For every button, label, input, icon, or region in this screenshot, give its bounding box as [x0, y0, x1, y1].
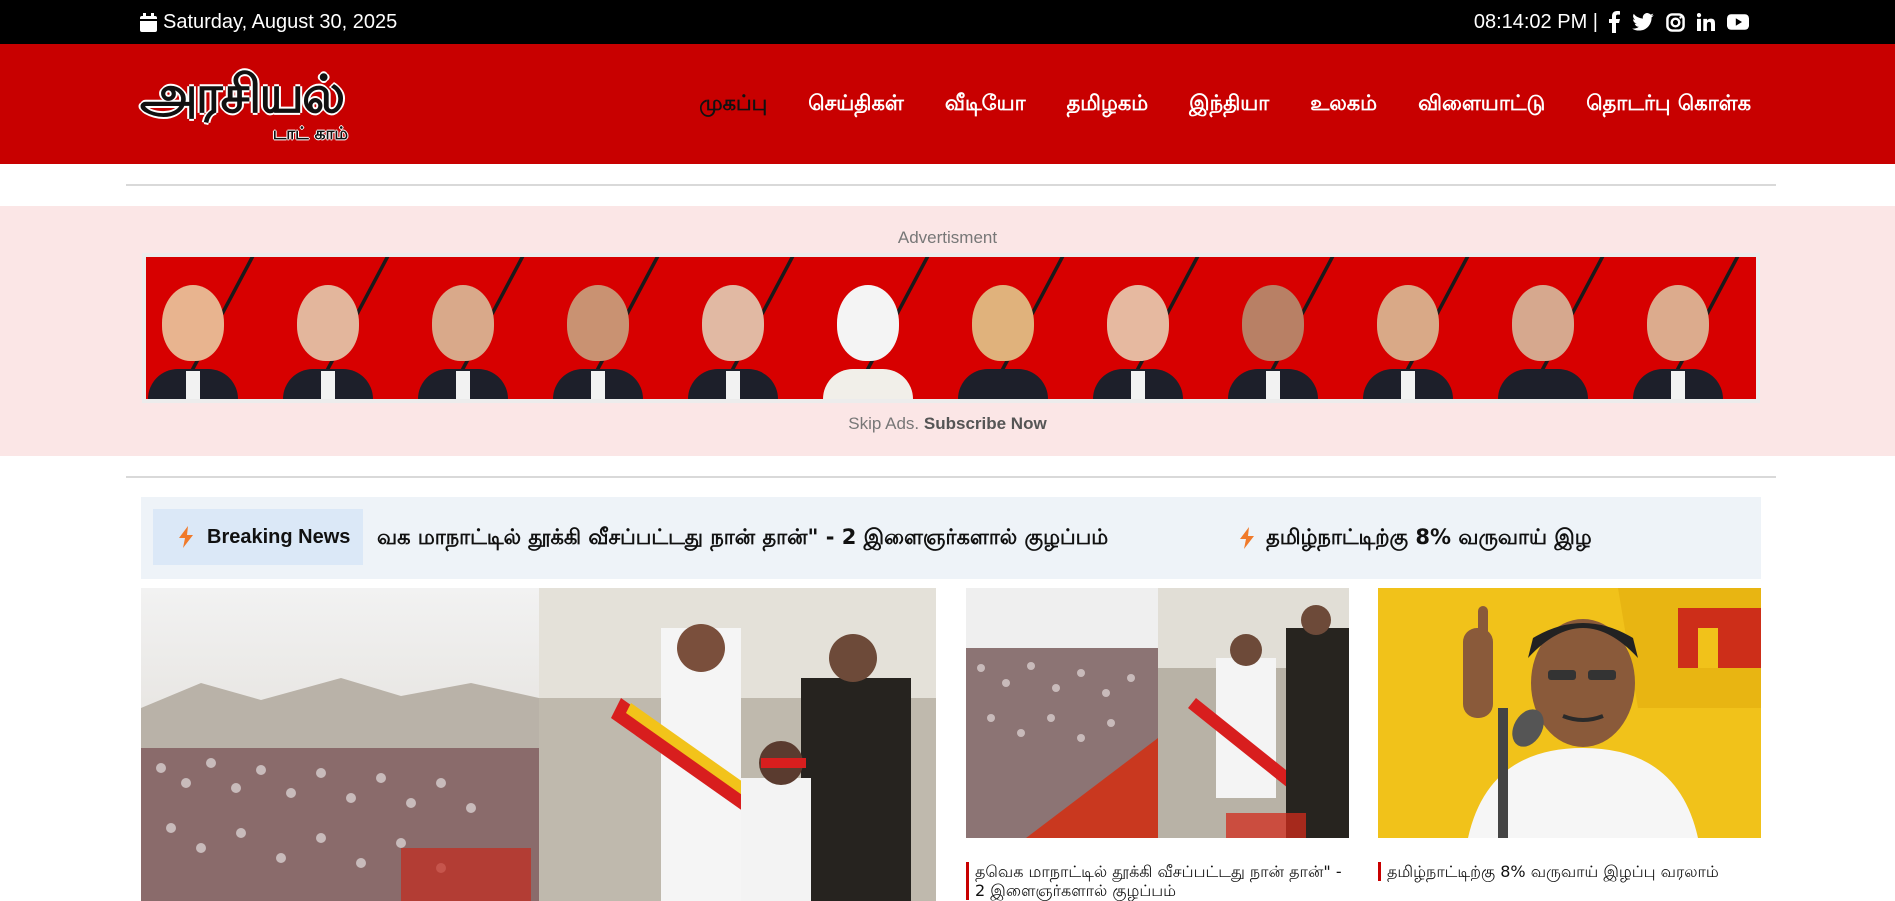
nav-item-india[interactable]: இந்தியா	[1189, 91, 1269, 118]
leader-portrait	[418, 285, 508, 399]
site-header: அரசியல் டாட் காம் முகப்பு செய்திகள் வீடி…	[0, 44, 1895, 164]
news-photo	[966, 588, 1349, 838]
divider	[126, 476, 1776, 478]
news-ticker: வக மாநாட்டில் தூக்கி வீசப்பட்டது நான் தா…	[377, 497, 1592, 579]
linkedin-icon[interactable]	[1697, 13, 1715, 31]
ticker-item[interactable]: வக மாநாட்டில் தூக்கி வீசப்பட்டது நான் தா…	[377, 525, 1108, 552]
ad-label: Advertisment	[897, 228, 998, 247]
calendar-icon	[140, 12, 157, 32]
nav-item-tamilnadu[interactable]: தமிழகம்	[1067, 91, 1149, 118]
nav-item-news[interactable]: செய்திகள்	[808, 91, 904, 118]
bolt-icon	[179, 526, 193, 548]
top-bar: Saturday, August 30, 2025 08:14:02 PM |	[0, 0, 1895, 44]
featured-story-image[interactable]	[141, 588, 936, 901]
ticker-item-text: வக மாநாட்டில் தூக்கி வீசப்பட்டது நான் தா…	[377, 524, 1109, 549]
ad-section: Advertisment Skip Ads. Subscribe Now	[0, 206, 1895, 456]
nav-item-contact[interactable]: தொடர்பு கொள்க	[1586, 91, 1751, 118]
news-card-title[interactable]: தவெக மாநாட்டில் தூக்கி வீசப்பட்டது நான் …	[966, 862, 1349, 900]
leader-portrait	[1633, 285, 1723, 399]
leader-portrait	[958, 285, 1048, 399]
leader-portrait	[1228, 285, 1318, 399]
date-text: Saturday, August 30, 2025	[163, 10, 398, 33]
logo-title: அரசியல்	[140, 65, 345, 125]
nav-item-world[interactable]: உலகம்	[1310, 91, 1377, 118]
nav-item-sports[interactable]: விளையாட்டு	[1418, 91, 1545, 118]
news-card-title[interactable]: தமிழ்நாட்டிற்கு 8% வருவாய் இழப்பு வரலாம்	[1378, 862, 1761, 881]
main-nav: முகப்பு செய்திகள் வீடியோ தமிழகம் இந்தியா…	[699, 44, 1751, 164]
youtube-icon[interactable]	[1727, 14, 1749, 30]
subscribe-link[interactable]: Subscribe Now	[924, 414, 1047, 433]
clock-text: 08:14:02 PM |	[1473, 10, 1598, 33]
leader-portrait	[1363, 285, 1453, 399]
divider	[126, 184, 1776, 186]
skip-ads: Skip Ads. Subscribe Now	[0, 414, 1895, 434]
site-logo[interactable]: அரசியல் டாட் காம்	[140, 64, 352, 146]
leader-portrait	[1498, 285, 1588, 399]
news-card: தவெக மாநாட்டில் தூக்கி வீசப்பட்டது நான் …	[966, 588, 1349, 900]
ticker-item[interactable]: தமிழ்நாட்டிற்கு 8% வருவாய் இழ	[1240, 525, 1592, 552]
leader-portrait	[553, 285, 643, 399]
breaking-news-title: Breaking News	[207, 525, 351, 548]
facebook-icon[interactable]	[1608, 11, 1620, 33]
ticker-item-text: தமிழ்நாட்டிற்கு 8% வருவாய் இழ	[1266, 524, 1592, 549]
leader-portrait	[148, 285, 238, 399]
leader-portrait	[283, 285, 373, 399]
subscribe-label: Subscribe Now	[923, 414, 1047, 433]
twitter-icon[interactable]	[1632, 13, 1654, 31]
nav-item-home[interactable]: முகப்பு	[699, 91, 767, 118]
leader-portrait	[823, 285, 913, 399]
news-card: தமிழ்நாட்டிற்கு 8% வருவாய் இழப்பு வரலாம்	[1378, 588, 1761, 881]
news-photo	[1378, 588, 1761, 838]
news-card-image[interactable]	[966, 588, 1349, 842]
breaking-news-bar: Breaking News வக மாநாட்டில் தூக்கி வீசப்…	[141, 497, 1761, 579]
breaking-news-label: Breaking News	[153, 509, 363, 565]
leader-portrait	[688, 285, 778, 399]
news-card-image[interactable]	[1378, 588, 1761, 842]
social-links	[1608, 11, 1749, 33]
nav-item-video[interactable]: வீடியோ	[945, 91, 1026, 118]
instagram-icon[interactable]	[1666, 12, 1685, 32]
ad-banner[interactable]	[142, 253, 1760, 403]
leader-portrait	[1093, 285, 1183, 399]
featured-photo	[141, 588, 936, 901]
logo-subtitle: டாட் காம்	[272, 124, 348, 144]
skip-ads-text: Skip Ads.	[848, 414, 920, 433]
bolt-icon	[1240, 527, 1255, 549]
date-display: Saturday, August 30, 2025	[140, 0, 397, 44]
